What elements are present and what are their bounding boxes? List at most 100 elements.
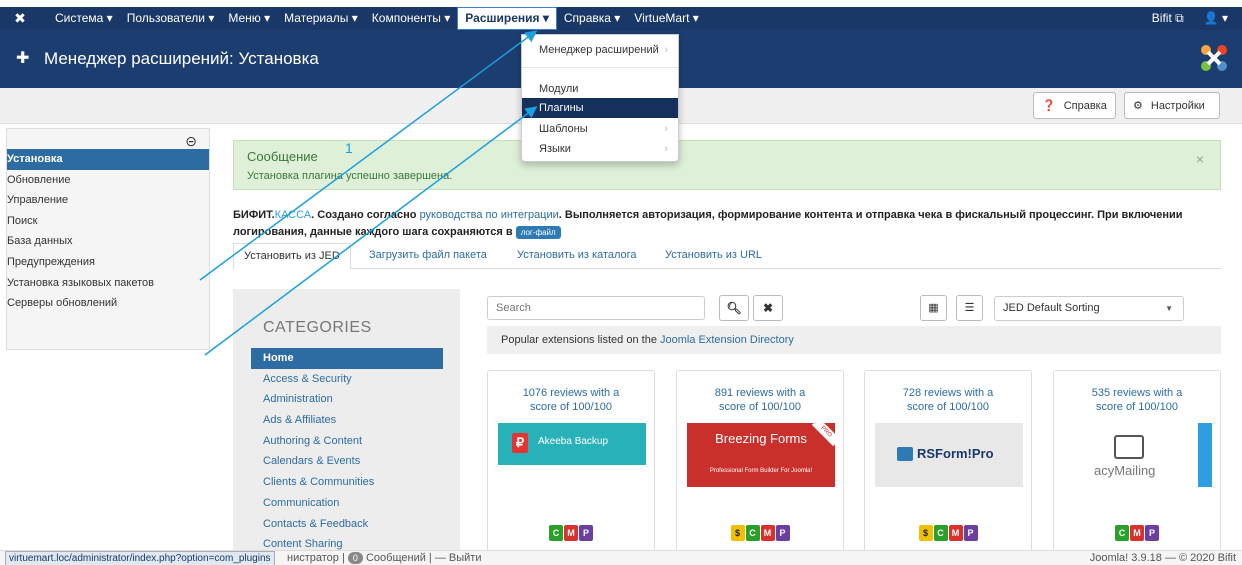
tab-install-from-jed[interactable]: Установить из JED [233, 243, 351, 270]
extension-card[interactable]: 1076 reviews with a score of 100/100 ₽ Ak… [487, 370, 655, 565]
menu-menus[interactable]: Меню ▾ [221, 7, 277, 30]
sidebar: ⊝ Установка Обновление Управление Поиск … [6, 128, 210, 350]
menu-virtuemart[interactable]: VirtueMart ▾ [627, 7, 706, 30]
search-icon: 🔍︎ [726, 301, 742, 315]
tab-upload-package[interactable]: Загрузить файл пакета [359, 243, 497, 270]
chevron-right-icon: › [664, 143, 668, 155]
menu-extensions[interactable]: Расширения ▾ [457, 7, 557, 30]
card-reviews: 535 reviews with a score of 100/100 [1091, 387, 1183, 413]
puzzle-icon: ✚ [16, 50, 30, 67]
clear-search-button[interactable]: ✖ [753, 295, 783, 321]
grid-icon: ▦ [928, 302, 939, 314]
category-ads-affiliates[interactable]: Ads & Affiliates [251, 410, 443, 431]
popular-text: Popular extensions listed on the [501, 334, 660, 346]
navbar-right: Bifit ⧉ 👤 ▾ [1152, 7, 1228, 30]
akeeba-icon: ₽ [512, 433, 528, 453]
breezing-name: Breezing Forms [715, 431, 807, 446]
message-heading: Сообщение [247, 149, 318, 164]
tab-install-from-folder[interactable]: Установить из каталога [507, 243, 647, 270]
integration-guide-link[interactable]: руководства по интеграции [420, 209, 559, 221]
messages-count-badge: 0 [347, 552, 363, 564]
list-view-button[interactable]: ☰ [956, 295, 983, 321]
menu-users[interactable]: Пользователи ▾ [120, 7, 222, 30]
caret-down-icon: ▼ [1165, 304, 1173, 313]
sidebar-item-database[interactable]: База данных [7, 231, 209, 252]
rsform-pro-logo[interactable]: RSForm!Pro [875, 423, 1023, 487]
breezing-forms-logo[interactable]: Breezing Forms Professional Form Builder… [687, 423, 835, 487]
user-menu[interactable]: 👤 ▾ [1204, 7, 1228, 30]
category-calendars-events[interactable]: Calendars & Events [251, 451, 443, 472]
joomla-brand-icon [1201, 45, 1227, 71]
acymailing-logo[interactable]: acyMailing [1064, 423, 1212, 487]
card-type-icons: CMP [488, 525, 654, 541]
close-icon[interactable]: × [1196, 151, 1204, 167]
success-message: Сообщение Установка плагина успешно заве… [233, 140, 1221, 190]
sidebar-item-update[interactable]: Обновление [7, 170, 209, 191]
sidebar-item-warnings[interactable]: Предупреждения [7, 252, 209, 273]
category-access-security[interactable]: Access & Security [251, 369, 443, 390]
log-file-badge[interactable]: лог-файл [515, 225, 561, 239]
extension-card[interactable]: 891 reviews with a score of 100/100 Breez… [676, 370, 844, 565]
menu-components[interactable]: Компоненты ▾ [365, 7, 458, 30]
category-administration[interactable]: Administration [251, 389, 443, 410]
list-icon: ☰ [964, 302, 975, 314]
tab-install-from-url[interactable]: Установить из URL [655, 243, 772, 270]
grid-view-button[interactable]: ▦ [920, 295, 947, 321]
akeeba-backup-logo[interactable]: ₽ Akeeba Backup [498, 423, 646, 487]
category-communication[interactable]: Communication [251, 493, 443, 514]
collapse-sidebar-icon[interactable]: ⊝ [185, 133, 197, 150]
popular-extensions-bar: Popular extensions listed on the Joomla … [487, 326, 1221, 354]
category-contacts-feedback[interactable]: Contacts & Feedback [251, 514, 443, 535]
joomla-logo-icon[interactable]: ✖ [12, 10, 28, 26]
extension-card[interactable]: 728 reviews with a score of 100/100 RSFor… [864, 370, 1032, 565]
chevron-right-icon: › [664, 123, 668, 135]
dropdown-item-languages[interactable]: Языки › [522, 139, 678, 159]
brand-text: БИФИТ. [233, 209, 275, 221]
menu-content[interactable]: Материалы ▾ [277, 7, 365, 30]
categories-panel: CATEGORIES Home Access & Security Admini… [233, 289, 460, 565]
dropdown-item-plugins[interactable]: Плагины [522, 98, 678, 118]
site-link[interactable]: Bifit ⧉ [1152, 7, 1184, 30]
acymailing-icon [1114, 435, 1144, 459]
messages-link[interactable]: Сообщений [366, 552, 426, 564]
question-icon: ❓ [1042, 100, 1056, 112]
dropdown-item-modules[interactable]: Модули [522, 79, 678, 99]
sidebar-item-update-sites[interactable]: Серверы обновлений [7, 293, 209, 314]
install-tabs: Установить из JED Загрузить файл пакета … [233, 243, 1221, 270]
extension-card[interactable]: 535 reviews with a score of 100/100 acyMa… [1053, 370, 1221, 565]
card-type-icons: $ C M P [677, 525, 843, 541]
menu-help[interactable]: Справка ▾ [557, 7, 627, 30]
sort-select[interactable]: JED Default Sorting ▼ [994, 296, 1184, 321]
breezing-tagline: Professional Form Builder For Joomla! [709, 468, 813, 474]
menu-system[interactable]: Система ▾ [48, 7, 120, 30]
top-navbar: ✖ Система ▾ Пользователи ▾ Меню ▾ Матери… [0, 7, 1242, 30]
jed-link[interactable]: Joomla Extension Directory [660, 334, 794, 346]
sidebar-item-install-languages[interactable]: Установка языковых пакетов [7, 273, 209, 294]
options-button[interactable]: ⚙ Настройки [1124, 92, 1220, 119]
search-button[interactable]: 🔍︎ [719, 295, 749, 321]
category-clients-communities[interactable]: Clients & Communities [251, 472, 443, 493]
link-hover-url: virtuemart.loc/administrator/index.php?o… [5, 551, 275, 565]
dropdown-item-templates[interactable]: Шаблоны › [522, 119, 678, 139]
version-info: Joomla! 3.9.18 — © 2020 Bifit [1089, 552, 1236, 564]
sidebar-item-install[interactable]: Установка [7, 149, 209, 170]
card-reviews: 891 reviews with a score of 100/100 [714, 387, 806, 413]
category-home[interactable]: Home [251, 348, 443, 369]
sidebar-item-discover[interactable]: Поиск [7, 211, 209, 232]
card-type-icons: CMP [1054, 525, 1220, 541]
sidebar-item-manage[interactable]: Управление [7, 190, 209, 211]
card-reviews: 1076 reviews with a score of 100/100 [522, 387, 620, 413]
card-reviews: 728 reviews with a score of 100/100 [902, 387, 994, 413]
rsform-name: RSForm!Pro [917, 446, 994, 461]
plugin-description: БИФИТ.КАССА. Создано согласно руководств… [233, 207, 1228, 241]
category-authoring-content[interactable]: Authoring & Content [251, 431, 443, 452]
help-button[interactable]: ❓ Справка [1033, 92, 1116, 119]
chevron-right-icon: › [664, 44, 668, 56]
brand-kassa: КАССА [274, 209, 312, 221]
main-menu: Система ▾ Пользователи ▾ Меню ▾ Материал… [48, 7, 706, 30]
dropdown-item-extension-manager[interactable]: Менеджер расширений › [522, 40, 678, 60]
search-input[interactable] [487, 296, 705, 320]
rsform-icon [897, 447, 913, 461]
message-body: Установка плагина успешно завершена. [247, 170, 453, 182]
logout-link[interactable]: — Выйти [435, 552, 482, 564]
